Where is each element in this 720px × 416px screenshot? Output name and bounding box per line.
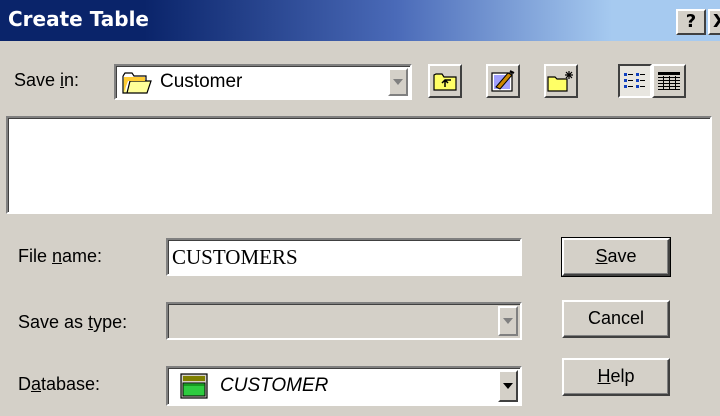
chevron-down-icon	[393, 79, 403, 85]
save-button[interactable]: Save	[561, 237, 671, 277]
up-one-level-button[interactable]	[428, 64, 462, 98]
chevron-down-icon	[503, 318, 513, 324]
details-view-icon	[658, 72, 680, 90]
list-view-button[interactable]	[618, 64, 652, 98]
save-in-label: Save in:	[14, 70, 80, 90]
help-button[interactable]: Help	[562, 358, 670, 396]
create-table-dialog: Create Table ? X Save in: Customer File …	[0, 0, 720, 416]
cancel-button[interactable]: Cancel	[562, 300, 670, 338]
database-icon	[180, 373, 208, 404]
database-label: Database:	[18, 374, 101, 394]
database-dropdown-button[interactable]	[498, 370, 518, 402]
open-folder-icon	[122, 71, 152, 100]
save-as-type-combo[interactable]	[166, 302, 522, 340]
database-value: CUSTOMER	[220, 375, 329, 396]
file-name-input[interactable]	[172, 243, 512, 271]
desktop-icon	[491, 70, 515, 92]
save-in-combo[interactable]: Customer	[114, 64, 412, 100]
database-combo[interactable]: CUSTOMER	[166, 366, 522, 406]
save-as-type-label: Save as type:	[18, 312, 128, 332]
close-title-button[interactable]: X	[708, 9, 720, 35]
desktop-button[interactable]	[486, 64, 520, 98]
title-bar[interactable]: Create Table ? X	[0, 0, 720, 41]
file-name-field[interactable]	[166, 238, 522, 276]
file-list[interactable]	[6, 116, 712, 214]
new-folder-icon	[547, 71, 573, 92]
new-folder-button[interactable]	[544, 64, 578, 98]
up-folder-icon	[433, 73, 457, 91]
dialog-title: Create Table	[8, 7, 149, 31]
list-view-icon	[624, 73, 645, 88]
save-in-value: Customer	[160, 71, 243, 92]
details-view-button[interactable]	[652, 64, 686, 98]
save-as-type-dropdown-button[interactable]	[498, 306, 518, 336]
chevron-down-icon	[503, 383, 513, 389]
file-name-label: File name:	[18, 246, 103, 266]
help-title-button[interactable]: ?	[676, 9, 706, 35]
save-in-dropdown-button[interactable]	[388, 68, 408, 96]
